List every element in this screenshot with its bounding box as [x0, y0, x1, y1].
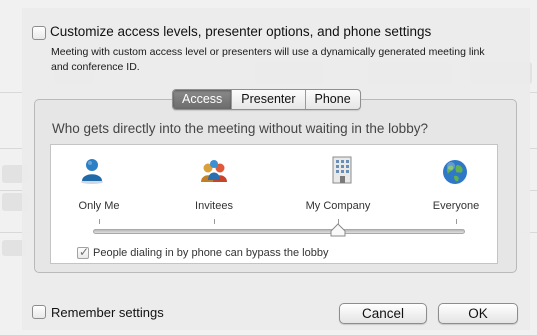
remember-settings-label[interactable]: Remember settings	[51, 305, 164, 320]
lobby-question: Who gets directly into the meeting witho…	[52, 121, 428, 136]
checkmark-icon: ✓	[79, 245, 90, 259]
slider-tick-everyone	[456, 219, 457, 224]
tab-presenter[interactable]: Presenter	[231, 90, 304, 109]
phone-bypass-checkbox[interactable]: ✓	[77, 245, 90, 259]
option-label-everyone[interactable]: Everyone	[433, 200, 479, 212]
tab-access[interactable]: Access	[173, 90, 232, 109]
customize-label[interactable]: Customize access levels, presenter optio…	[50, 24, 431, 39]
option-label-my-company[interactable]: My Company	[306, 200, 371, 212]
globe-icon[interactable]	[442, 159, 468, 190]
access-level-slider-track[interactable]	[93, 229, 465, 234]
tab-phone[interactable]: Phone	[304, 90, 360, 109]
customize-description: Meeting with custom access level or pres…	[51, 46, 485, 73]
single-person-icon[interactable]	[80, 158, 104, 189]
customize-checkbox[interactable]	[32, 26, 46, 40]
group-people-icon[interactable]	[199, 158, 229, 189]
tab-segmented-control: Access Presenter Phone	[172, 89, 361, 110]
cancel-button[interactable]: Cancel	[339, 303, 427, 324]
slider-tick-only-me	[99, 219, 100, 224]
phone-bypass-label[interactable]: People dialing in by phone can bypass th…	[93, 247, 328, 259]
remember-settings-checkbox[interactable]	[32, 305, 46, 319]
option-label-only-me[interactable]: Only Me	[79, 200, 120, 212]
ok-button[interactable]: OK	[438, 303, 518, 324]
office-building-icon[interactable]	[331, 156, 353, 189]
slider-tick-invitees	[214, 219, 215, 224]
option-label-invitees[interactable]: Invitees	[195, 200, 233, 212]
access-level-slider-thumb[interactable]	[330, 223, 346, 242]
